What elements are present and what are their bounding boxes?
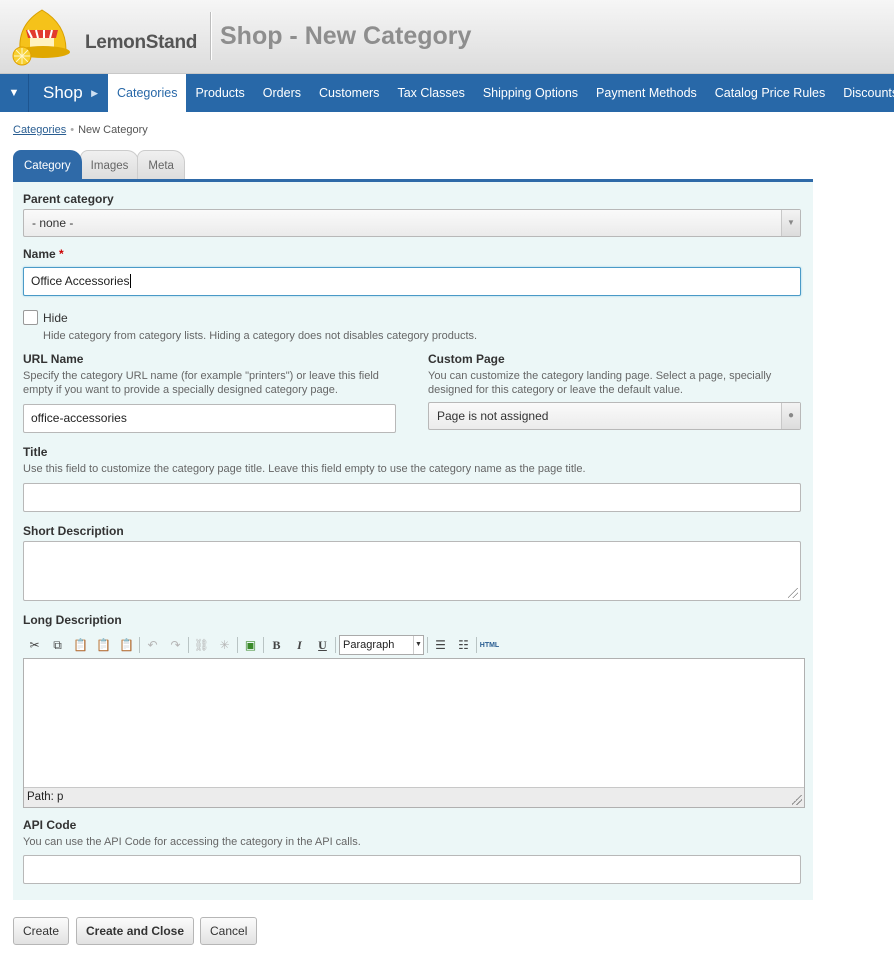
short-description-label: Short Description [23,524,124,538]
nav-item-tax-classes[interactable]: Tax Classes [388,74,473,112]
url-name-field[interactable]: office-accessories [23,404,396,433]
tab-meta[interactable]: Meta [137,150,185,180]
toolbar-divider [139,637,140,653]
header-divider [210,12,211,60]
paste-word-icon[interactable]: 📋 [115,635,138,655]
bullet-list-icon[interactable]: ☰ [429,635,452,655]
copy-icon[interactable]: ⧉ [46,635,69,655]
required-mark: * [59,247,64,261]
numbered-list-icon[interactable]: ☷ [452,635,475,655]
api-code-field[interactable] [23,855,801,884]
name-field[interactable]: Office Accessories [23,267,801,296]
tab-category[interactable]: Category [13,150,82,180]
parent-category-value: - none - [32,216,74,230]
redo-icon[interactable]: ↷ [164,635,187,655]
nav-item-customers[interactable]: Customers [310,74,388,112]
nav-item-categories[interactable]: Categories [108,74,187,112]
format-select[interactable]: Paragraph ▼ [339,635,424,655]
toolbar-divider [476,637,477,653]
breadcrumb: Categories • New Category [13,124,148,136]
paste-icon[interactable]: 📋 [69,635,92,655]
nav-item-orders[interactable]: Orders [254,74,310,112]
nav-section-label: Shop [43,83,83,102]
nav-item-shipping-options[interactable]: Shipping Options [474,74,587,112]
dot-handle-icon: ● [781,403,800,429]
italic-icon[interactable]: I [288,635,311,655]
nav-item-payment-methods[interactable]: Payment Methods [587,74,706,112]
lemonstand-logo[interactable]: LemonStand [10,6,200,68]
short-description-textarea[interactable] [23,541,801,601]
resize-grip-icon[interactable] [792,795,802,805]
nav-item-catalog-price-rules[interactable]: Catalog Price Rules [706,74,834,112]
nav-item-discounts[interactable]: Discounts [834,74,894,112]
title-field[interactable] [23,483,801,512]
hide-label[interactable]: Hide [43,311,68,325]
title-label: Title [23,445,48,459]
bold-icon[interactable]: B [265,635,288,655]
create-button[interactable]: Create [13,917,70,945]
editor-path: Path: p [27,791,64,803]
nav-section-shop[interactable]: Shop ▶ [30,74,108,112]
parent-category-label: Parent category [23,192,114,206]
custom-page-hint: You can customize the category landing p… [428,370,772,396]
api-code-label: API Code [23,818,77,832]
url-name-label: URL Name [23,352,84,366]
hide-checkbox[interactable] [23,310,38,325]
logo-text: LemonStand [85,32,198,53]
main-nav: ▼ Shop ▶ Categories Products Orders Cust… [0,74,894,112]
editor-path-bar: Path: p [24,787,804,807]
name-field-value: Office Accessories [31,274,130,288]
breadcrumb-current: New Category [78,124,148,136]
format-select-value: Paragraph [343,639,395,651]
toolbar-divider [188,637,189,653]
cancel-button[interactable]: Cancel [200,917,258,945]
nav-items: Categories Products Orders Customers Tax… [108,74,894,112]
resize-grip-icon[interactable] [788,588,798,598]
api-code-hint: You can use the API Code for accessing t… [23,836,361,848]
link-icon[interactable]: ⛓ [190,635,213,655]
breadcrumb-separator: • [70,124,75,136]
cut-icon[interactable]: ✂ [23,635,46,655]
app-header: LemonStand Shop - New Category [0,0,894,74]
long-description-label: Long Description [23,613,122,627]
menu-caret-down-icon[interactable]: ▼ [0,74,29,112]
text-cursor [130,274,132,288]
underline-icon[interactable]: U [311,635,334,655]
chevron-right-icon: ▶ [91,88,98,98]
hide-hint: Hide category from category lists. Hidin… [43,330,478,342]
form-tabs: Category Images Meta [13,150,185,180]
toolbar-divider [427,637,428,653]
url-name-hint: Specify the category URL name (for examp… [23,370,379,396]
custom-page-value: Page is not assigned [437,409,549,423]
lemon-logo-icon [12,9,70,66]
html-source-icon[interactable]: HTML [478,635,501,655]
custom-page-select[interactable]: Page is not assigned ● [428,402,801,430]
nav-item-products[interactable]: Products [186,74,253,112]
image-icon[interactable]: ▣ [239,635,262,655]
chevron-down-icon: ▼ [413,636,423,654]
custom-page-label: Custom Page [428,352,505,366]
parent-category-select[interactable]: - none - ▼ [23,209,801,237]
name-label-text: Name [23,247,56,261]
page-title: Shop - New Category [220,22,472,50]
breadcrumb-link-categories[interactable]: Categories [13,124,66,136]
create-and-close-button[interactable]: Create and Close [76,917,195,945]
toolbar-divider [335,637,336,653]
title-hint: Use this field to customize the category… [23,463,586,475]
undo-icon[interactable]: ↶ [141,635,164,655]
editor-toolbar: ✂ ⧉ 📋 📋 📋 ↶ ↷ ⛓ ✳ ▣ B I U Paragraph ▼ ☰ … [23,634,501,656]
tab-images[interactable]: Images [79,150,140,180]
unlink-icon[interactable]: ✳ [213,635,236,655]
paste-text-icon[interactable]: 📋 [92,635,115,655]
chevron-down-icon: ▼ [781,210,800,236]
toolbar-divider [237,637,238,653]
toolbar-divider [263,637,264,653]
name-label: Name * [23,247,64,261]
long-description-editor[interactable]: Path: p [23,658,805,808]
